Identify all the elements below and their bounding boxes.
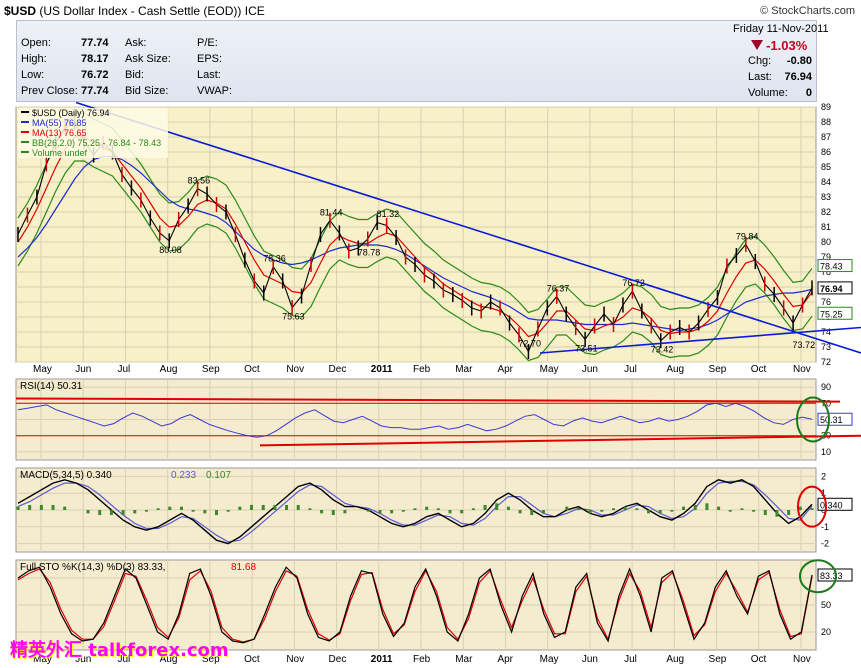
price-annotation: 81.44 <box>320 207 343 217</box>
x-tick-label: Apr <box>497 654 513 665</box>
sto-legend: Full STO %K(14,3) %D(3) 83.33, <box>20 562 165 573</box>
price-annotation: 81.32 <box>377 209 400 219</box>
x-tick-label: Oct <box>751 364 767 375</box>
price-annotation: 73.42 <box>651 345 674 355</box>
chart-svg: May Jun Jul Aug Sep Oct Nov Dec 2011 Feb Mar Apr May… <box>15 101 861 665</box>
x-tick-label: Oct <box>751 654 767 665</box>
chart-screen: $USD (US Dollar Index - Cash Settle (EOD… <box>0 0 861 668</box>
x-tick-label: Sep <box>709 364 727 375</box>
price-annotation: 80.08 <box>159 245 182 255</box>
legend-entry: MA(55) 76.85 <box>32 118 87 128</box>
y-tick-label: 90 <box>821 382 831 392</box>
x-tick-label: Aug <box>666 654 684 665</box>
y-tick-label: -2 <box>821 539 829 549</box>
y-tick-label: 20 <box>821 627 831 637</box>
y-tick-label: 81 <box>821 222 831 232</box>
y-tick-label: 10 <box>821 447 831 457</box>
x-tick-label: Mar <box>455 654 473 665</box>
x-tick-label: Oct <box>244 364 260 375</box>
price-annotation: 78.36 <box>263 254 286 264</box>
y-tick-label: 87 <box>821 132 831 142</box>
y-tick-label: 89 <box>821 102 831 112</box>
rsi-legend: RSI(14) 50.31 <box>20 381 83 392</box>
x-tick-label: Jul <box>117 364 130 375</box>
x-tick-label: Nov <box>286 364 304 375</box>
x-tick-label: 2011 <box>371 654 393 665</box>
y-tick-label: 74 <box>821 327 831 337</box>
y-tick-label: 85 <box>821 162 831 172</box>
y-tick-label: 76 <box>821 297 831 307</box>
x-tick-label: Jul <box>624 364 637 375</box>
price-annotation: 78.78 <box>358 247 381 257</box>
rsi-right-label: 50.31 <box>820 415 843 425</box>
x-tick-label: Jun <box>582 364 598 375</box>
x-tick-label: Jul <box>624 654 637 665</box>
price-annotation: 76.72 <box>622 278 645 288</box>
y-tick-label: 2 <box>821 471 826 481</box>
legend-swatch <box>21 111 29 113</box>
legend-swatch <box>21 121 29 123</box>
y-tick-label: -1 <box>821 522 829 532</box>
y-tick-label: 84 <box>821 177 831 187</box>
watermark: 精英外汇 talkforex.com <box>10 640 229 661</box>
x-tick-label: Apr <box>497 364 513 375</box>
y-tick-label: 83 <box>821 192 831 202</box>
macd-legend-hist: 0.107 <box>206 470 231 481</box>
x-tick-label: Nov <box>286 654 304 665</box>
x-tick-label: Feb <box>413 364 431 375</box>
y-tick-label: 80 <box>821 237 831 247</box>
x-tick-label: 2011 <box>371 364 393 375</box>
x-tick-label: May <box>33 364 52 375</box>
x-tick-label: Jun <box>582 654 598 665</box>
x-tick-label: Nov <box>793 364 811 375</box>
price-right-label: 75.25 <box>820 309 843 319</box>
price-annotation: 73.72 <box>793 340 816 350</box>
macd-legend: MACD(5,34,5) 0.340 <box>20 470 112 481</box>
price-annotation: 75.63 <box>282 312 305 322</box>
x-tick-label: Aug <box>160 364 178 375</box>
x-tick-label: Mar <box>455 364 473 375</box>
x-tick-label: Oct <box>244 654 260 665</box>
price-right-label: 76.94 <box>820 284 843 294</box>
price-annotation: 83.56 <box>188 176 211 186</box>
y-tick-label: 88 <box>821 117 831 127</box>
x-tick-label: Aug <box>666 364 684 375</box>
price-right-label: 78.43 <box>820 262 843 272</box>
legend-entry: MA(13) 76.65 <box>32 128 87 138</box>
macd-right-label: 0.340 <box>820 500 843 510</box>
x-tick-label: Feb <box>413 654 431 665</box>
price-annotation: 79.84 <box>736 231 759 241</box>
y-tick-label: 72 <box>821 357 831 367</box>
x-tick-label: Nov <box>793 654 811 665</box>
y-tick-label: 82 <box>821 207 831 217</box>
x-tick-label: May <box>540 654 559 665</box>
price-annotation: 76.37 <box>547 283 570 293</box>
legend-entry: BB(26,2.0) 75.25 - 76.84 - 78.43 <box>32 138 161 148</box>
macd-legend-signal: 0.233 <box>171 470 196 481</box>
x-tick-label: Dec <box>329 364 347 375</box>
x-tick-label: May <box>540 364 559 375</box>
price-annotation: 73.51 <box>575 343 598 353</box>
x-tick-label: Dec <box>329 654 347 665</box>
legend-entry: Volume undef <box>32 148 88 158</box>
legend-swatch <box>21 131 29 133</box>
legend-entry: $USD (Daily) 76.94 <box>32 108 110 118</box>
y-tick-label: 86 <box>821 147 831 157</box>
x-tick-label: Sep <box>202 364 220 375</box>
sto-legend-d: 81.68 <box>231 562 256 573</box>
x-tick-label: Jun <box>75 364 91 375</box>
y-tick-label: 50 <box>821 600 831 610</box>
legend-swatch <box>21 151 29 153</box>
x-tick-label: Sep <box>709 654 727 665</box>
sto-right-label: 83.33 <box>820 571 843 581</box>
price-annotation: 72.70 <box>518 339 541 349</box>
legend-swatch <box>21 141 29 143</box>
